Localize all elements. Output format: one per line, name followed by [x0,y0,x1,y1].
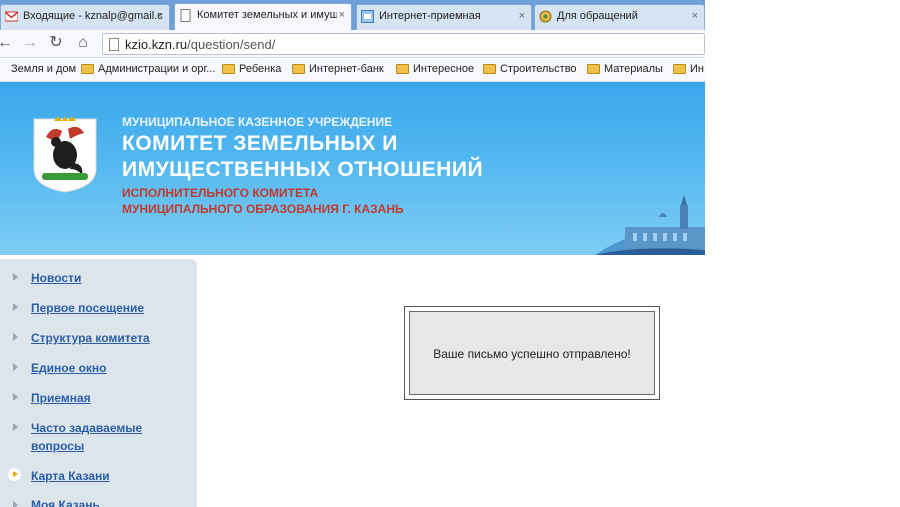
tab-committee[interactable]: Комитет земельных и имущ × [174,3,352,30]
sidebar-item-structure[interactable]: Структура комитета [31,329,181,347]
tab-gmail[interactable]: Входящие - kznalp@gmail.co × [0,4,170,30]
tab-label: Для обращений [557,10,638,22]
folder-icon [222,64,235,74]
close-icon[interactable]: × [339,4,345,27]
success-message-box: Ваше письмо успешно отправлено! [404,306,660,400]
url-path: /question/send/ [187,37,276,52]
banner-subtitle: МУНИЦИПАЛЬНОЕ КАЗЕННОЕ УЧРЕЖДЕНИЕ [122,115,393,129]
bookmark-label: Земля и дом [11,63,77,75]
home-icon[interactable]: ⌂ [74,34,92,52]
sidebar-item-news[interactable]: Новости [31,269,181,287]
bookmark-label: Интересное [413,63,475,75]
back-arrow-icon[interactable]: ← [0,34,14,52]
sidebar-item-first-visit[interactable]: Первое посещение [31,299,181,317]
bookmark-folder[interactable]: Строительство [483,62,577,77]
bookmark-folder[interactable]: Администрации и орг... [81,62,215,77]
banner-title-line2: ИМУЩЕСТВЕННЫХ ОТНОШЕНИЙ [122,158,484,181]
bookmark-item[interactable]: Земля и дом [0,62,76,77]
url-host: kzio.kzn.ru [125,37,188,52]
bookmark-folder[interactable]: Интересное [396,62,474,77]
sidebar-item-single-window[interactable]: Единое окно [31,359,181,377]
browser-toolbar: ← → ↻ ⌂ kzio.kzn.ru/question/send/ [0,30,705,58]
page-icon [180,9,191,22]
bookmark-folder[interactable]: Материалы [587,62,663,77]
menu-arrow-icon [13,273,18,281]
bookmark-label: Интернет-банк [309,63,384,75]
close-icon[interactable]: × [157,5,163,28]
folder-icon [587,64,600,74]
site-header-banner: МУНИЦИПАЛЬНОЕ КАЗЕННОЕ УЧРЕЖДЕНИЕ КОМИТЕ… [0,82,705,255]
banner-title-line1: КОМИТЕТ ЗЕМЕЛЬНЫХ И [122,132,398,155]
tab-label: Входящие - kznalp@gmail.co [23,10,163,22]
banner-caption-line2: МУНИЦИПАЛЬНОГО ОБРАЗОВАНИЯ Г. КАЗАНЬ [122,202,404,216]
folder-icon [673,64,686,74]
menu-arrow-icon [13,393,18,401]
page-icon [109,38,119,51]
sidebar-item-reception[interactable]: Приемная [31,389,181,407]
bookmark-label: Ин [690,63,704,75]
success-message-text: Ваше письмо успешно отправлено! [409,311,655,395]
tab-strip: Входящие - kznalp@gmail.co × Комитет зем… [0,0,705,30]
active-arrow-icon [8,468,21,481]
tab-label: Интернет-приемная [379,10,481,22]
bookmark-folder[interactable]: Ин [673,62,704,77]
emblem-icon [539,10,552,23]
folder-icon [483,64,496,74]
site-icon [361,10,374,23]
menu-arrow-icon [13,303,18,311]
folder-icon [396,64,409,74]
bookmark-folder[interactable]: Интернет-банк [292,62,384,77]
sidebar-item-kazan-map[interactable]: Карта Казани [31,467,181,485]
bookmark-folder[interactable]: Ребенка [222,62,281,77]
bookmark-label: Строительство [500,63,577,75]
bookmark-label: Администрации и орг... [98,63,216,75]
forward-arrow-icon[interactable]: → [21,34,39,52]
url-text: kzio.kzn.ru/question/send/ [125,37,275,52]
menu-arrow-icon [13,423,18,431]
menu-arrow-icon [13,363,18,371]
close-icon[interactable]: × [519,5,525,28]
menu-arrow-icon [13,501,18,507]
banner-caption-line1: ИСПОЛНИТЕЛЬНОГО КОМИТЕТА [122,186,319,200]
folder-icon [81,64,94,74]
sidebar-item-faq[interactable]: Часто задаваемые вопросы [31,419,181,455]
gmail-icon [5,11,18,22]
kremlin-skyline-image [595,195,705,255]
sidebar-item-my-kazan[interactable]: Моя Казань [31,496,181,507]
sidebar-menu: Новости Первое посещение Структура комит… [0,259,197,507]
close-icon[interactable]: × [692,5,698,28]
tab-label: Комитет земельных и имущ [197,9,337,21]
bookmarks-bar: Земля и дом Администрации и орг... Ребен… [0,58,705,82]
bookmark-label: Ребенка [239,63,282,75]
browser-window: Входящие - kznalp@gmail.co × Комитет зем… [0,0,900,507]
bookmark-label: Материалы [604,63,663,75]
kazan-coat-of-arms-icon[interactable] [32,117,98,193]
tab-appeals[interactable]: Для обращений × [534,4,705,30]
address-bar[interactable]: kzio.kzn.ru/question/send/ [102,33,705,55]
menu-arrow-icon [13,333,18,341]
reload-icon[interactable]: ↻ [47,34,65,52]
tab-reception[interactable]: Интернет-приемная × [356,4,532,30]
folder-icon [292,64,305,74]
